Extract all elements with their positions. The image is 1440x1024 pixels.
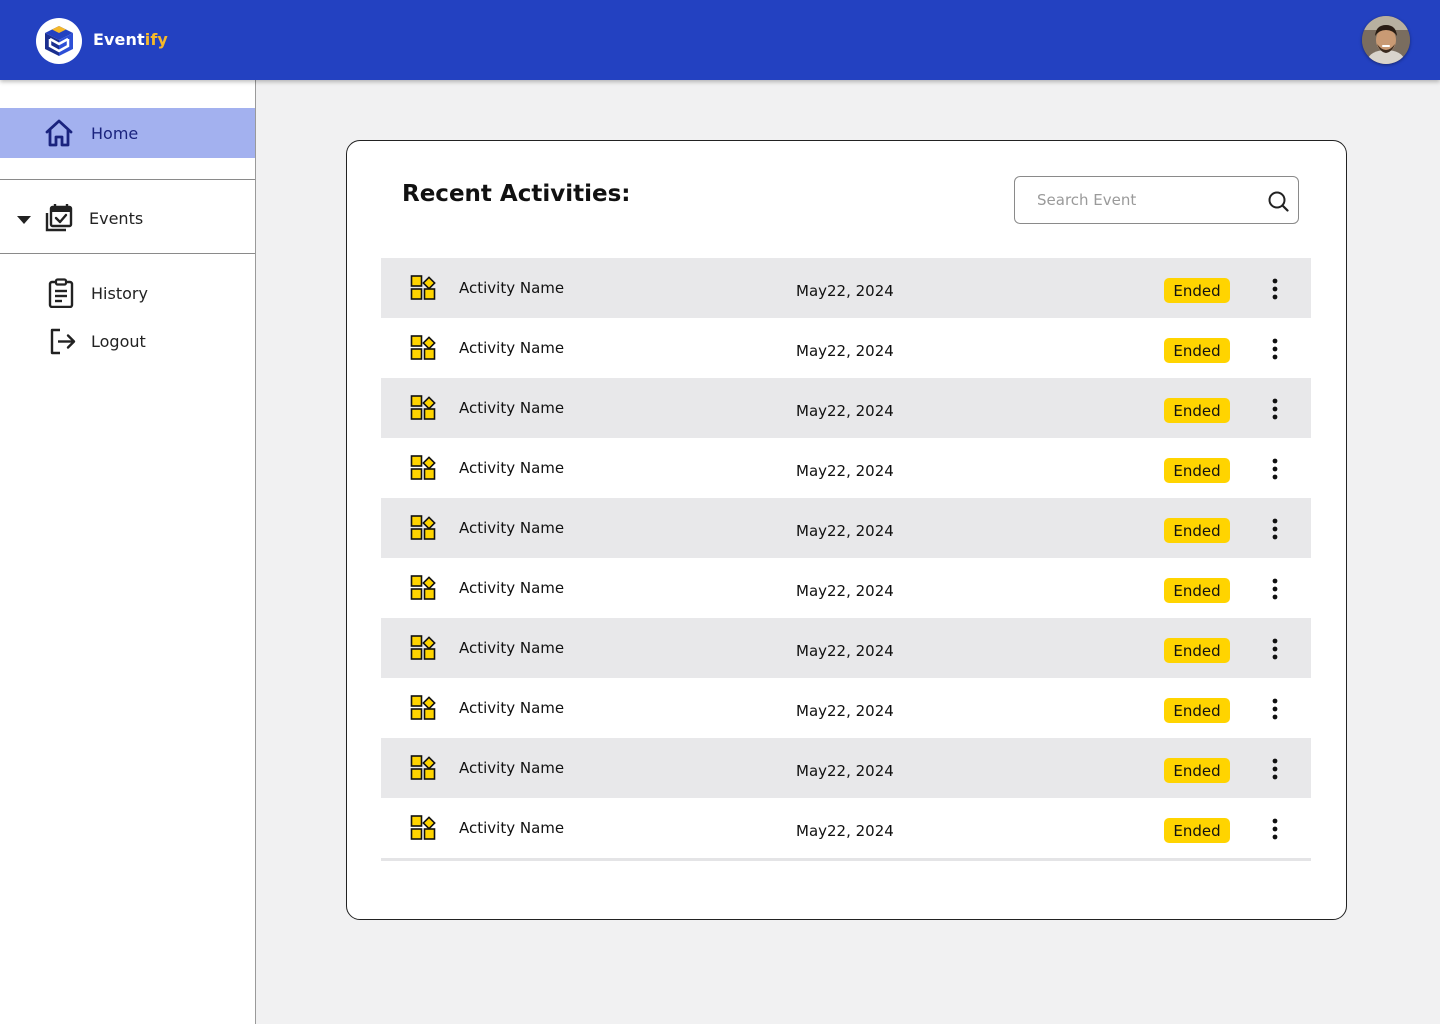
activity-name: Activity Name xyxy=(459,459,565,477)
sidebar-item-events[interactable]: Events xyxy=(0,192,255,242)
apps-grid-icon xyxy=(410,335,436,360)
apps-grid-icon xyxy=(410,395,436,420)
activity-row[interactable]: Activity Name May22, 2024 Ended xyxy=(381,798,1311,858)
caret-down-icon[interactable] xyxy=(17,216,31,224)
activity-name: Activity Name xyxy=(459,699,565,717)
sidebar-item-history[interactable]: History xyxy=(0,272,255,312)
activity-row[interactable]: Activity Name May22, 2024 Ended xyxy=(381,378,1311,438)
status-badge: Ended xyxy=(1164,338,1230,363)
sidebar-item-label: Home xyxy=(91,124,139,143)
search-input[interactable] xyxy=(1015,177,1255,223)
activity-date: May22, 2024 xyxy=(796,822,894,840)
activity-name: Activity Name xyxy=(459,339,565,357)
activity-row[interactable]: Activity Name May22, 2024 Ended xyxy=(381,618,1311,678)
activity-row[interactable]: Activity Name May22, 2024 Ended xyxy=(381,558,1311,618)
search-icon[interactable] xyxy=(1267,190,1289,212)
apps-grid-icon xyxy=(410,575,436,600)
more-vertical-icon[interactable] xyxy=(1264,277,1286,301)
activity-name: Activity Name xyxy=(459,759,565,777)
apps-grid-icon xyxy=(410,815,436,840)
apps-grid-icon xyxy=(410,515,436,540)
activity-row[interactable]: Activity Name May22, 2024 Ended xyxy=(381,258,1311,318)
apps-grid-icon xyxy=(410,635,436,660)
apps-grid-icon xyxy=(410,755,436,780)
activity-date: May22, 2024 xyxy=(796,582,894,600)
activity-name: Activity Name xyxy=(459,519,565,537)
activity-name: Activity Name xyxy=(459,279,565,297)
activity-row[interactable]: Activity Name May22, 2024 Ended xyxy=(381,318,1311,378)
app-logo[interactable] xyxy=(36,18,82,64)
home-icon xyxy=(45,119,73,147)
more-vertical-icon[interactable] xyxy=(1264,817,1286,841)
apps-grid-icon xyxy=(410,695,436,720)
activity-list: Activity Name May22, 2024 Ended Activity… xyxy=(381,258,1311,861)
activity-name: Activity Name xyxy=(459,639,565,657)
search-box xyxy=(1014,176,1299,224)
status-badge: Ended xyxy=(1164,638,1230,663)
activity-date: May22, 2024 xyxy=(796,282,894,300)
more-vertical-icon[interactable] xyxy=(1264,757,1286,781)
more-vertical-icon[interactable] xyxy=(1264,337,1286,361)
activity-row[interactable]: Activity Name May22, 2024 Ended xyxy=(381,438,1311,498)
sidebar-item-logout[interactable]: Logout xyxy=(0,320,255,360)
list-divider xyxy=(381,858,1311,861)
brand-name-main: Event xyxy=(93,30,145,49)
activity-date: May22, 2024 xyxy=(796,642,894,660)
more-vertical-icon[interactable] xyxy=(1264,397,1286,421)
recent-activities-card: Recent Activities: Activity Name May22, … xyxy=(346,140,1347,920)
more-vertical-icon[interactable] xyxy=(1264,637,1286,661)
sidebar-item-label: Logout xyxy=(91,332,146,351)
more-vertical-icon[interactable] xyxy=(1264,457,1286,481)
activity-date: May22, 2024 xyxy=(796,462,894,480)
clipboard-list-icon xyxy=(48,278,74,308)
activity-name: Activity Name xyxy=(459,819,565,837)
cube-logo-icon xyxy=(45,26,73,56)
activity-name: Activity Name xyxy=(459,579,565,597)
apps-grid-icon xyxy=(410,275,436,300)
status-badge: Ended xyxy=(1164,518,1230,543)
status-badge: Ended xyxy=(1164,578,1230,603)
activity-date: May22, 2024 xyxy=(796,342,894,360)
activity-row[interactable]: Activity Name May22, 2024 Ended xyxy=(381,738,1311,798)
sidebar-item-label: History xyxy=(91,284,148,303)
activity-date: May22, 2024 xyxy=(796,762,894,780)
more-vertical-icon[interactable] xyxy=(1264,517,1286,541)
page-title: Recent Activities: xyxy=(402,181,631,207)
status-badge: Ended xyxy=(1164,758,1230,783)
status-badge: Ended xyxy=(1164,818,1230,843)
activity-date: May22, 2024 xyxy=(796,702,894,720)
sidebar: Home Events History Logout xyxy=(0,80,256,1024)
activity-date: May22, 2024 xyxy=(796,402,894,420)
sidebar-item-home[interactable]: Home xyxy=(0,108,255,158)
activity-row[interactable]: Activity Name May22, 2024 Ended xyxy=(381,498,1311,558)
status-badge: Ended xyxy=(1164,458,1230,483)
activity-name: Activity Name xyxy=(459,399,565,417)
sidebar-divider xyxy=(0,253,255,254)
status-badge: Ended xyxy=(1164,278,1230,303)
sidebar-divider xyxy=(0,179,255,180)
brand-name-accent: ify xyxy=(144,30,168,49)
sidebar-item-label: Events xyxy=(89,209,144,228)
status-badge: Ended xyxy=(1164,698,1230,723)
more-vertical-icon[interactable] xyxy=(1264,577,1286,601)
status-badge: Ended xyxy=(1164,398,1230,423)
apps-grid-icon xyxy=(410,455,436,480)
avatar-photo xyxy=(1362,16,1410,64)
logout-icon xyxy=(50,328,76,355)
user-avatar[interactable] xyxy=(1362,16,1410,64)
calendar-check-icon xyxy=(45,204,73,232)
activity-date: May22, 2024 xyxy=(796,522,894,540)
brand-name: Eventify xyxy=(93,30,168,49)
top-bar: Eventify xyxy=(0,0,1440,80)
activity-row[interactable]: Activity Name May22, 2024 Ended xyxy=(381,678,1311,738)
more-vertical-icon[interactable] xyxy=(1264,697,1286,721)
